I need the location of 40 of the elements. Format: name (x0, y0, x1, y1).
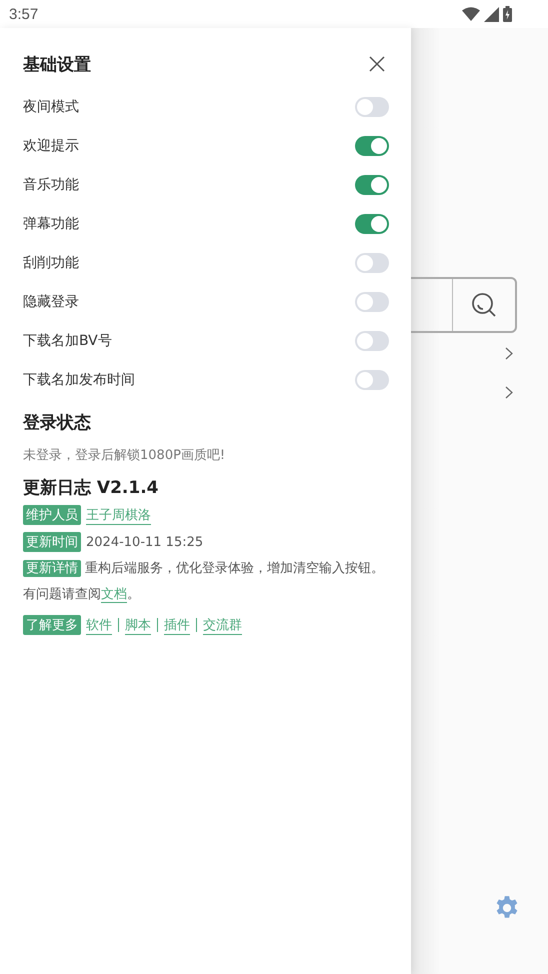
toggle-switch[interactable] (355, 330, 389, 350)
section-title: 更新日志 V2.1.4 (23, 477, 160, 499)
chevron-right-icon[interactable] (505, 386, 513, 399)
setting-label: 音乐功能 (23, 176, 79, 194)
link[interactable]: 交流群 (203, 616, 242, 634)
toggle-switch[interactable] (355, 136, 389, 156)
setting-label: 夜间模式 (23, 98, 79, 116)
link[interactable]: 脚本 (125, 616, 151, 634)
login-message: 未登录，登录后解锁1080P画质吧! (23, 447, 226, 464)
update-time: 2024-10-11 15:25 (86, 534, 204, 550)
link[interactable]: 插件 (164, 616, 190, 634)
toggle-switch[interactable] (355, 292, 389, 312)
setting-label: 下载名加发布时间 (23, 370, 135, 388)
search-icon[interactable] (471, 292, 497, 318)
section-title: 基础设置 (23, 54, 91, 76)
settings-icon[interactable] (494, 895, 520, 921)
toggle-switch[interactable] (355, 96, 389, 116)
chevron-right-icon[interactable] (505, 347, 513, 360)
wifi-icon (462, 7, 480, 21)
toggle-switch[interactable] (355, 174, 389, 194)
setting-label: 下载名加BV号 (23, 332, 112, 350)
status-time: 3:57 (9, 6, 38, 22)
tag-label: 了解更多 (23, 615, 81, 635)
close-icon[interactable] (369, 56, 385, 72)
setting-label: 隐藏登录 (23, 292, 79, 310)
docs-link[interactable]: 文档 (101, 587, 127, 603)
setting-label: 弹幕功能 (23, 214, 79, 232)
tag-label: 维护人员 (23, 505, 81, 525)
toggle-switch[interactable] (355, 370, 389, 390)
link[interactable]: 软件 (86, 616, 112, 634)
battery-icon (503, 6, 512, 22)
setting-label: 欢迎提示 (23, 136, 79, 154)
link[interactable]: 王子周棋洛 (86, 506, 151, 524)
signal-icon (484, 6, 499, 22)
toggle-switch[interactable] (355, 252, 389, 272)
toggle-switch[interactable] (355, 214, 389, 234)
update-details: 更新详情 重构后端服务，优化登录体验，增加清空输入按钮。有问题请查阅文档。 (23, 559, 386, 605)
setting-label: 刮削功能 (23, 254, 79, 272)
section-title: 登录状态 (23, 412, 92, 434)
tag-label: 更新时间 (23, 532, 81, 552)
